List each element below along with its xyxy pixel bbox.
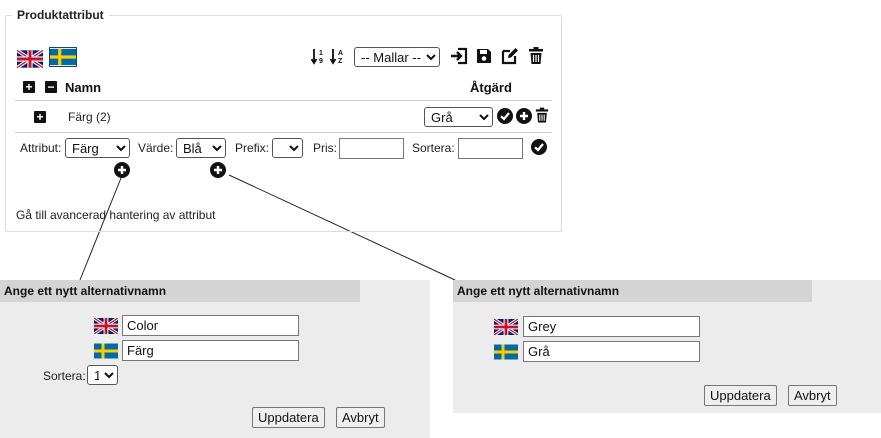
- confirm-check-icon[interactable]: [531, 139, 547, 155]
- add-value-name-icon[interactable]: [210, 162, 226, 178]
- expand-row-icon[interactable]: +: [34, 111, 46, 123]
- import-icon[interactable]: [450, 47, 468, 65]
- attribute-label: Attribut:: [20, 141, 62, 155]
- english-name-input[interactable]: [122, 315, 299, 336]
- sort-input[interactable]: [458, 138, 523, 159]
- swedish-name-input[interactable]: [122, 340, 299, 361]
- uk-flag-icon: [94, 318, 118, 334]
- templates-select[interactable]: -- Mallar --: [354, 47, 440, 67]
- panel-sort-label: Sortera:: [43, 369, 86, 383]
- svg-text:Z: Z: [338, 58, 343, 65]
- prefix-select[interactable]: [272, 138, 303, 158]
- cancel-button[interactable]: Avbryt: [336, 407, 385, 428]
- add-attribute-name-icon[interactable]: [114, 162, 130, 178]
- collapse-all-icon[interactable]: −: [45, 81, 57, 93]
- expand-all-icon[interactable]: +: [23, 81, 35, 93]
- english-name-input[interactable]: [523, 316, 700, 337]
- value-select[interactable]: Blå: [176, 138, 226, 158]
- prefix-label: Prefix:: [235, 141, 270, 155]
- attribute-select[interactable]: Färg: [65, 138, 130, 158]
- row-trash-icon[interactable]: [535, 107, 549, 124]
- swedish-name-input[interactable]: [523, 341, 700, 362]
- sort-alpha-icon[interactable]: A Z: [330, 47, 346, 65]
- uk-flag-icon: [494, 319, 518, 335]
- value-label: Värde:: [138, 141, 174, 155]
- price-input[interactable]: [339, 138, 404, 159]
- sort-numeric-icon[interactable]: 1 9: [311, 47, 327, 65]
- cancel-button[interactable]: Avbryt: [788, 385, 837, 406]
- panel-sort-select[interactable]: 1: [87, 365, 118, 385]
- advanced-management-link[interactable]: Gå till avancerad hantering av attribut: [16, 208, 215, 222]
- panel-title: Ange ett nytt alternativnamn: [453, 280, 812, 302]
- column-header-name: Namn: [65, 80, 102, 95]
- price-label: Pris:: [313, 141, 337, 155]
- svg-text:9: 9: [319, 58, 323, 65]
- svg-text:A: A: [338, 50, 343, 57]
- swedish-flag-icon[interactable]: [50, 48, 76, 66]
- plus-circle-icon[interactable]: [516, 108, 532, 124]
- swedish-flag-icon: [494, 344, 518, 360]
- attribute-value-select[interactable]: Grå: [424, 107, 493, 127]
- panel-title: Ange ett nytt alternativnamn: [0, 280, 360, 302]
- sort-label: Sortera:: [412, 141, 455, 155]
- svg-text:1: 1: [319, 50, 323, 57]
- attribute-name: Färg (2): [68, 110, 111, 124]
- row-divider: [15, 132, 552, 133]
- section-title: Produktattribut: [12, 8, 109, 22]
- edit-icon[interactable]: [501, 47, 519, 65]
- header-divider: [15, 100, 552, 101]
- swedish-flag-icon: [94, 343, 118, 359]
- update-button[interactable]: Uppdatera: [704, 385, 777, 406]
- trash-icon[interactable]: [528, 47, 544, 65]
- save-icon[interactable]: [476, 47, 492, 65]
- check-icon[interactable]: [497, 108, 513, 124]
- column-header-action: Åtgärd: [470, 80, 512, 95]
- update-button[interactable]: Uppdatera: [252, 407, 325, 428]
- uk-flag-icon[interactable]: [17, 50, 43, 68]
